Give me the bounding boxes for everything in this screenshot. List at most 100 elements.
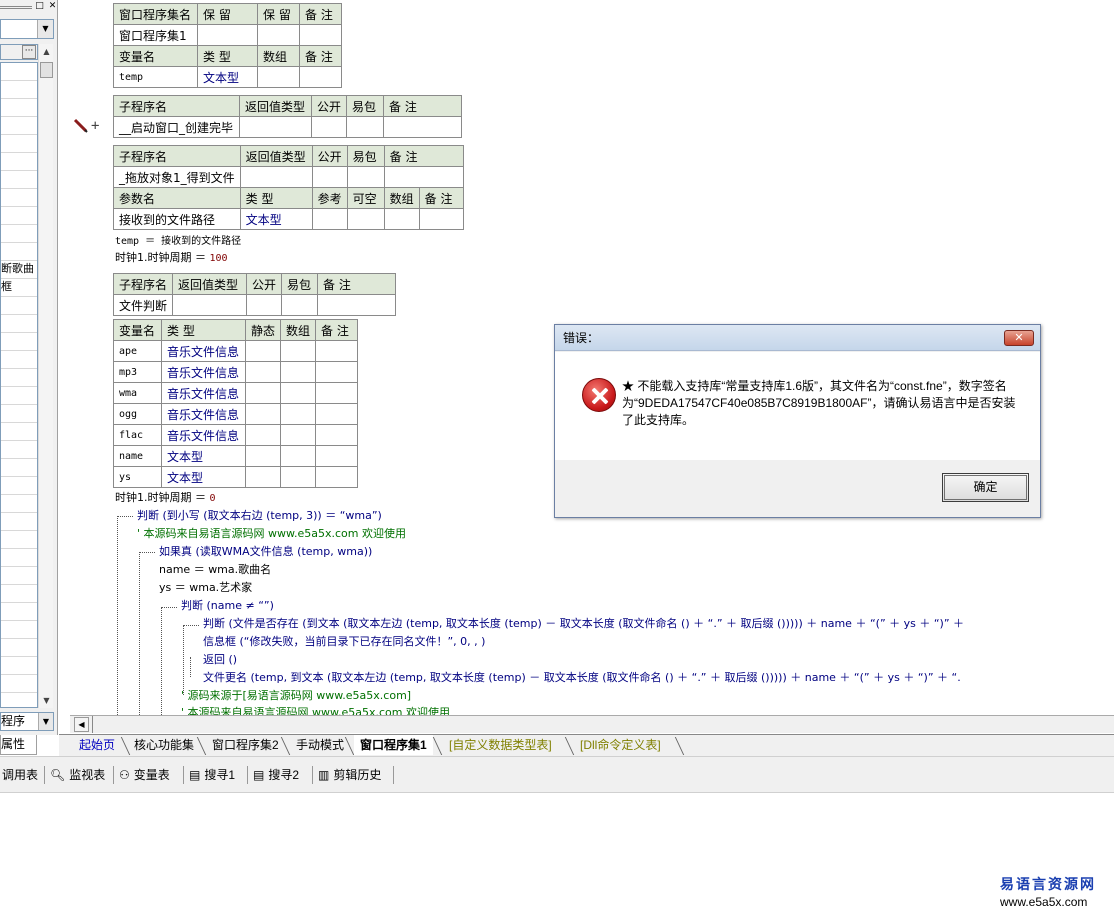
cell[interactable] <box>311 208 348 230</box>
property-row[interactable] <box>1 477 37 495</box>
variable-type[interactable]: 音乐文件信息 <box>161 340 246 362</box>
table-row[interactable]: mp3 音乐文件信息 <box>113 361 359 383</box>
scroll-thumb[interactable] <box>40 62 53 78</box>
variable-name[interactable]: mp3 <box>113 361 162 383</box>
variable-name[interactable]: flac <box>113 424 162 446</box>
table-row[interactable]: ogg 音乐文件信息 <box>113 403 359 425</box>
property-row[interactable] <box>1 531 37 549</box>
tab-core-functions[interactable]: 核心功能集 <box>128 735 200 755</box>
chevron-down-icon[interactable]: ▼ <box>37 20 53 38</box>
variable-name[interactable]: temp <box>113 66 198 88</box>
close-button[interactable]: ✕ <box>1004 330 1034 346</box>
property-row[interactable] <box>1 369 37 387</box>
variable-name[interactable]: name <box>113 445 162 467</box>
property-row[interactable] <box>1 423 37 441</box>
comment-line[interactable]: ' 本源码来自易语言源码网 www.e5a5x.com 欢迎使用 <box>181 706 450 715</box>
code-line[interactable]: temp ＝ 接收到的文件路径 <box>115 234 241 249</box>
property-scrollbar[interactable]: ▲ ▼ <box>38 44 53 708</box>
property-row[interactable] <box>1 495 37 513</box>
code-line[interactable]: 时钟1.时钟周期 ＝ 100 <box>115 251 228 266</box>
cell[interactable] <box>281 294 319 316</box>
cell[interactable] <box>280 361 317 383</box>
code-line[interactable]: 如果真 (读取WMA文件信息 (temp, wma)) <box>159 545 372 559</box>
property-row[interactable] <box>1 567 37 585</box>
variable-name[interactable]: ogg <box>113 403 162 425</box>
property-row[interactable] <box>1 441 37 459</box>
sub-name[interactable]: __启动窗口_创建完毕 <box>113 116 240 138</box>
scroll-left-icon[interactable]: ◀ <box>74 717 89 732</box>
cell[interactable] <box>383 208 420 230</box>
code-line[interactable]: 时钟1.时钟周期 ＝ 0 <box>115 491 216 506</box>
cell[interactable] <box>280 382 317 404</box>
scroll-down-icon[interactable]: ▼ <box>39 693 54 708</box>
comment-line[interactable]: ' 本源码来自易语言源码网 www.e5a5x.com 欢迎使用 <box>137 527 406 541</box>
cell[interactable] <box>172 294 248 316</box>
cell[interactable] <box>246 294 283 316</box>
property-row[interactable] <box>1 171 37 189</box>
cell[interactable] <box>418 208 464 230</box>
property-row[interactable] <box>1 549 37 567</box>
cell[interactable] <box>310 116 348 138</box>
cell[interactable] <box>315 340 359 362</box>
property-row[interactable]: 框 <box>1 279 37 297</box>
property-row[interactable] <box>1 315 37 333</box>
tab-properties[interactable]: 属性 <box>0 735 37 755</box>
property-row[interactable] <box>1 297 37 315</box>
variable-type[interactable]: 音乐文件信息 <box>161 361 246 383</box>
cell[interactable] <box>280 403 317 425</box>
cell[interactable] <box>315 466 359 488</box>
property-row[interactable] <box>1 459 37 477</box>
cell[interactable] <box>244 445 282 467</box>
cell[interactable] <box>383 166 464 188</box>
sub-name[interactable]: 文件判断 <box>112 294 174 316</box>
table-row[interactable]: name 文本型 <box>113 445 359 467</box>
code-line[interactable]: 返回 () <box>203 653 237 667</box>
cell[interactable] <box>315 424 359 446</box>
table-row[interactable]: ys 文本型 <box>113 466 359 488</box>
param-name[interactable]: 接收到的文件路径 <box>113 208 241 230</box>
cell[interactable] <box>239 116 312 138</box>
tab-dll-commands[interactable]: [Dll命令定义表] <box>574 735 667 755</box>
cell[interactable] <box>346 116 385 138</box>
tab-window-set-1[interactable]: 窗口程序集1 <box>354 735 433 755</box>
restore-icon[interactable]: □ <box>33 1 46 14</box>
variable-type[interactable]: 文本型 <box>161 466 246 488</box>
variable-name[interactable]: ape <box>113 340 162 362</box>
more-button[interactable]: ··· <box>22 45 36 59</box>
cell[interactable] <box>280 466 317 488</box>
cell[interactable] <box>257 66 300 88</box>
watch-table-button[interactable]: 🔍︎ 监视表 <box>50 767 105 783</box>
event-selector[interactable]: 程序 ▼ <box>0 712 54 731</box>
scroll-up-icon[interactable]: ▲ <box>39 44 54 59</box>
search2-button[interactable]: ▤ 搜寻2 <box>253 767 299 783</box>
code-line[interactable]: 判断 (到小写 (取文本右边 (temp, 3)) ＝ “wma”) <box>137 509 382 523</box>
cell[interactable] <box>383 116 463 138</box>
variable-type[interactable]: 文本型 <box>161 445 246 467</box>
code-line[interactable]: name ＝ wma.歌曲名 <box>159 563 271 577</box>
cell[interactable] <box>315 445 359 467</box>
variable-type[interactable]: 文本型 <box>197 66 258 88</box>
code-line[interactable]: 文件更名 (temp, 到文本 (取文本左边 (temp, 取文本长度 (tem… <box>203 671 961 685</box>
object-selector[interactable]: ▼ <box>0 19 54 39</box>
cell[interactable] <box>346 208 385 230</box>
variable-name[interactable]: ys <box>113 466 162 488</box>
property-row[interactable] <box>1 207 37 225</box>
cell[interactable] <box>244 466 282 488</box>
property-row[interactable] <box>1 351 37 369</box>
property-row[interactable] <box>1 189 37 207</box>
code-line[interactable]: ys ＝ wma.艺术家 <box>159 581 252 595</box>
property-row[interactable] <box>1 333 37 351</box>
add-icon[interactable]: + <box>91 118 99 134</box>
chevron-down-icon[interactable]: ▼ <box>38 713 53 730</box>
property-row[interactable] <box>1 135 37 153</box>
property-row[interactable] <box>1 81 37 99</box>
ok-button[interactable]: 确定 <box>942 473 1029 502</box>
variable-type[interactable]: 音乐文件信息 <box>161 424 246 446</box>
property-row[interactable] <box>1 603 37 621</box>
param-type[interactable]: 文本型 <box>239 208 313 230</box>
table-row[interactable]: wma 音乐文件信息 <box>113 382 359 404</box>
cell[interactable] <box>311 166 348 188</box>
cell[interactable] <box>257 24 300 46</box>
table-row[interactable]: ape 音乐文件信息 <box>113 340 359 362</box>
cell[interactable] <box>315 403 359 425</box>
